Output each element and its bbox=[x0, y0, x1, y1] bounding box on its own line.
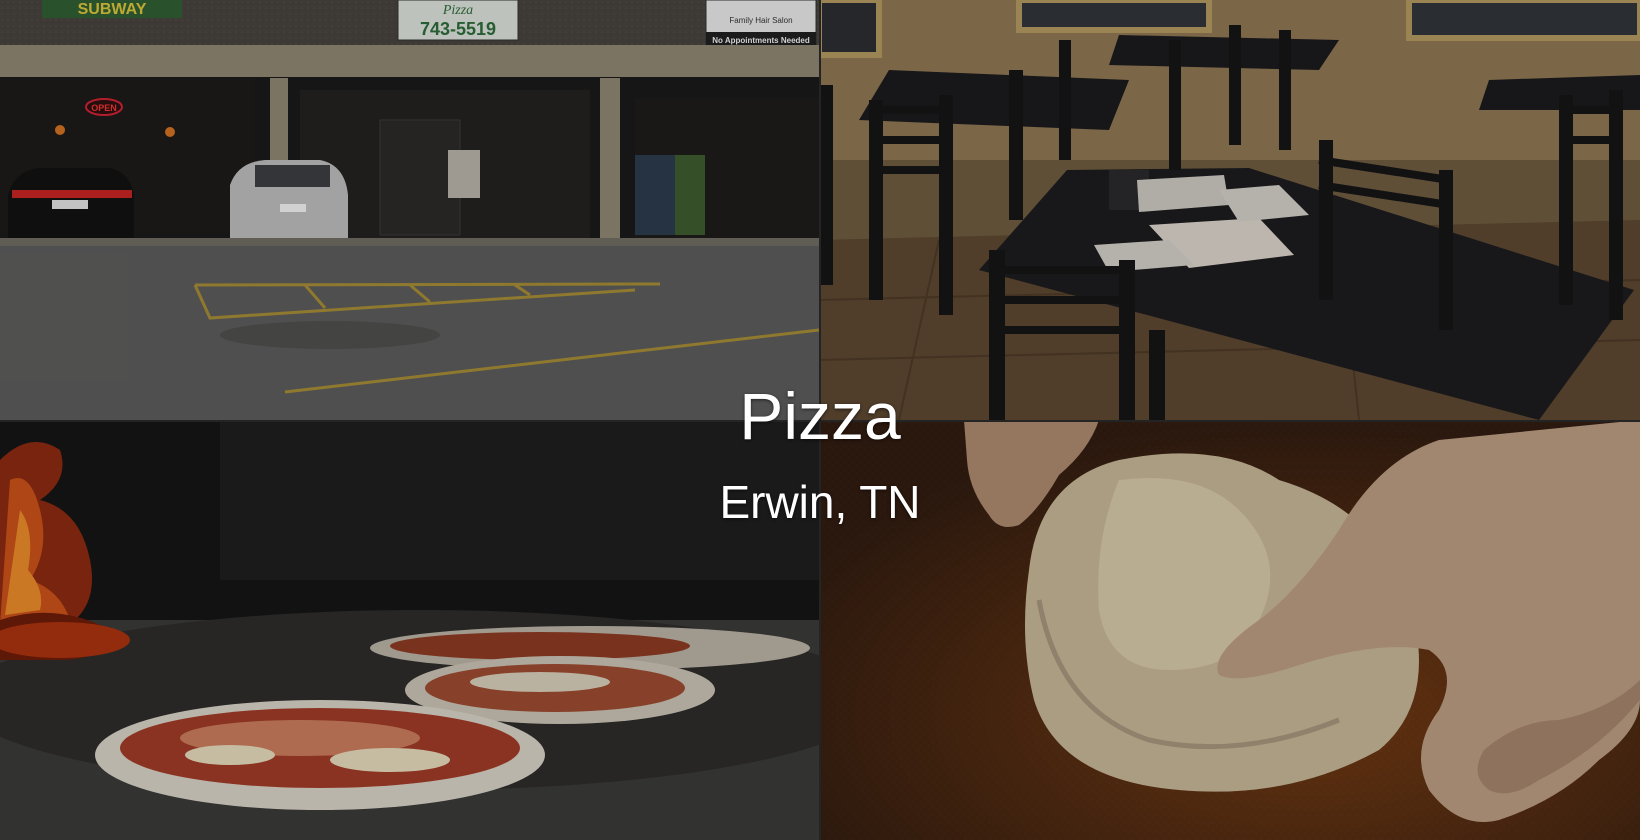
svg-text:OPEN: OPEN bbox=[91, 103, 117, 113]
svg-text:Pizza: Pizza bbox=[442, 3, 473, 18]
hero-title: Pizza bbox=[739, 379, 901, 453]
svg-text:No Appointments Needed: No Appointments Needed bbox=[712, 36, 810, 45]
photo-storefront: SUBWAY Pizza 743-5519 Family Hair Salon … bbox=[0, 0, 819, 420]
svg-text:SUBWAY: SUBWAY bbox=[78, 1, 147, 18]
hero-banner: SUBWAY Pizza 743-5519 Family Hair Salon … bbox=[0, 0, 1640, 840]
photo-dining-room bbox=[819, 0, 1640, 420]
svg-text:Family Hair Salon: Family Hair Salon bbox=[729, 16, 792, 25]
svg-text:743-5519: 743-5519 bbox=[420, 19, 496, 39]
hero-location: Erwin, TN bbox=[719, 476, 921, 528]
